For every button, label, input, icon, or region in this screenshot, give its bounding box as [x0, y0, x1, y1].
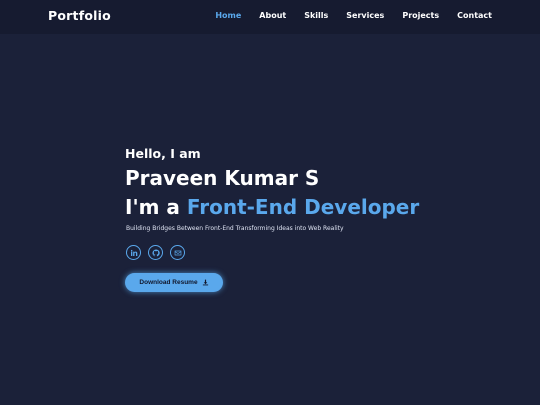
navbar: Portfolio Home About Skills Services Pro…: [0, 0, 540, 34]
email-icon: [174, 249, 182, 257]
social-links: [126, 245, 525, 260]
hero-section: Hello, I am Praveen Kumar S I'm a Front-…: [125, 145, 525, 292]
hero-role: I'm a Front-End Developer: [125, 194, 525, 221]
download-icon: [202, 279, 209, 286]
linkedin-link[interactable]: [126, 245, 141, 260]
download-resume-button[interactable]: Download Resume: [125, 273, 223, 292]
nav-projects[interactable]: Projects: [402, 11, 439, 20]
role-highlight: Front-End Developer: [186, 195, 420, 219]
hero-tagline: Building Bridges Between Front-End Trans…: [126, 225, 344, 232]
brand-logo[interactable]: Portfolio: [48, 8, 111, 23]
role-prefix: I'm a: [125, 195, 180, 219]
nav-about[interactable]: About: [259, 11, 286, 20]
portfolio-page: Portfolio Home About Skills Services Pro…: [0, 0, 540, 405]
nav-services[interactable]: Services: [346, 11, 384, 20]
linkedin-icon: [130, 249, 138, 257]
hero-name: Praveen Kumar S: [125, 166, 320, 190]
github-link[interactable]: [148, 245, 163, 260]
main-nav: Home About Skills Services Projects Cont…: [215, 11, 492, 20]
email-link[interactable]: [170, 245, 185, 260]
nav-home[interactable]: Home: [215, 11, 241, 20]
github-icon: [151, 248, 160, 257]
nav-contact[interactable]: Contact: [457, 11, 492, 20]
nav-skills[interactable]: Skills: [304, 11, 328, 20]
hero-greeting: Hello, I am: [125, 146, 201, 161]
download-resume-label: Download Resume: [139, 279, 198, 286]
